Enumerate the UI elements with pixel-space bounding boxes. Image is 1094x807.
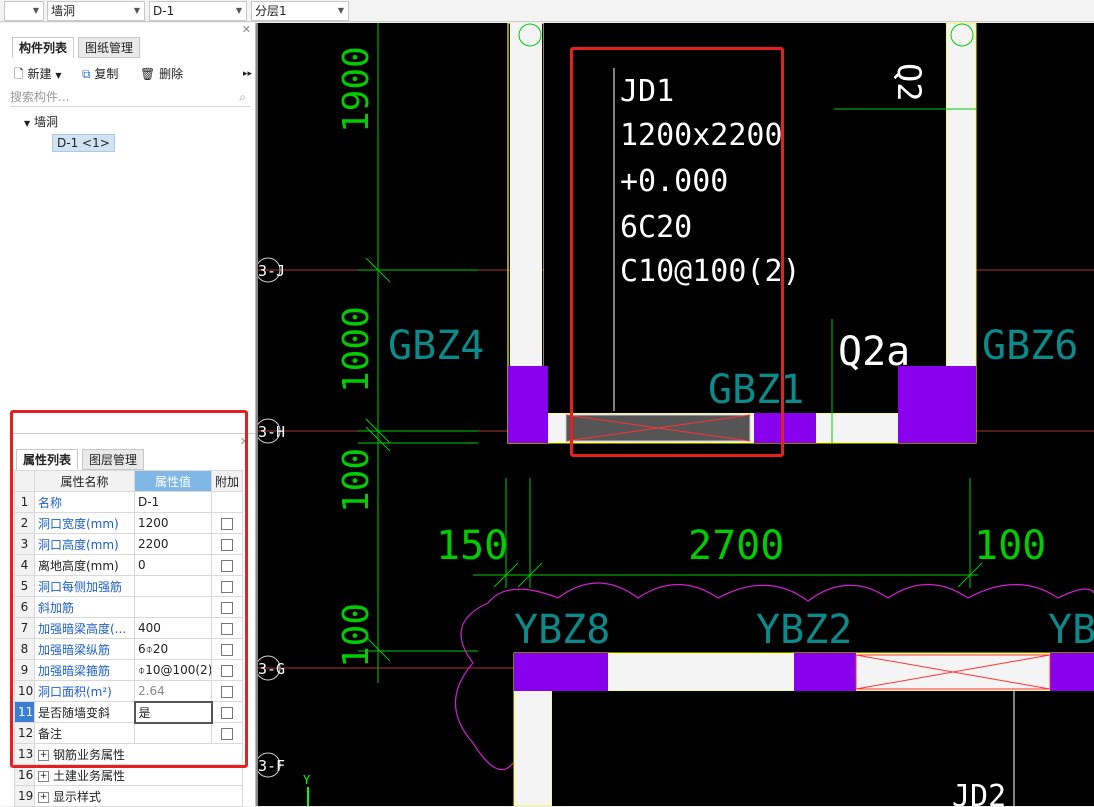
label-q2a: Q2a	[838, 329, 910, 375]
label-q2: Q2	[890, 63, 928, 102]
highlight-box-opening	[570, 47, 784, 457]
layer-dropdown[interactable]: 分层1 ▼	[251, 1, 349, 21]
column-gbz4	[508, 366, 548, 443]
component-type-value: 墙洞	[51, 4, 75, 18]
dim-2700: 2700	[688, 523, 784, 569]
column-yb	[1050, 653, 1094, 691]
row-number: 19	[15, 786, 35, 807]
dim-1000: 1000	[336, 306, 377, 393]
tab-drawing-manage[interactable]: 图纸管理	[78, 37, 140, 58]
highlight-box-properties	[10, 410, 248, 768]
dim-1900: 1900	[336, 46, 377, 133]
chevron-down-icon: ▼	[134, 2, 140, 20]
caret-down-icon: ▼	[24, 119, 30, 128]
expand-icon[interactable]: +	[38, 771, 49, 782]
room-lower	[552, 691, 1094, 806]
component-type-dropdown[interactable]: 墙洞 ▼	[47, 1, 145, 21]
more-icon[interactable]: ▸▸	[243, 65, 252, 83]
expand-icon[interactable]: +	[38, 792, 49, 803]
label-ybz2: YBZ2	[756, 607, 852, 653]
label-yb: YB	[1048, 607, 1094, 653]
label-gbz4: GBZ4	[388, 323, 484, 369]
new-label: 新建	[27, 67, 51, 81]
search-input[interactable]: 搜索构件... ⌕	[10, 87, 250, 107]
label-ybz8: YBZ8	[514, 607, 610, 653]
column-gbz6	[898, 366, 976, 443]
axis-label-3g: 3-G	[258, 660, 285, 678]
tree-root-wall-opening[interactable]: ▼ 墙洞	[24, 113, 58, 130]
axis-label-3h: 3-H	[258, 423, 285, 441]
copy-label: 复制	[94, 67, 118, 81]
chevron-down-icon: ▼	[236, 2, 242, 20]
top-toolbar: ▼ 墙洞 ▼ D-1 ▼ 分层1 ▼	[0, 0, 1094, 22]
tab-component-list[interactable]: 构件列表	[12, 37, 74, 58]
dim-100-b: 100	[336, 603, 377, 668]
search-placeholder: 搜索构件...	[10, 90, 69, 104]
axis-label-3j: 3-J	[258, 262, 285, 280]
left-panel: ✕ 构件列表 图纸管理 🗋 新建 ▼ ⧉ 复制 🗑 删除 ▸▸ 搜索构件... …	[0, 23, 256, 806]
chevron-down-icon: ▼	[33, 2, 39, 20]
column-ybz2	[794, 653, 856, 691]
component-value: D-1	[153, 4, 174, 18]
delete-button[interactable]: 🗑 删除	[140, 65, 183, 83]
tree-item-d1[interactable]: D-1 <1>	[52, 134, 115, 152]
label-gbz6: GBZ6	[982, 323, 1078, 369]
column-ybz8	[514, 653, 608, 691]
component-dropdown[interactable]: D-1 ▼	[149, 1, 247, 21]
new-icon: 🗋	[14, 67, 24, 81]
axis-label-3f: 3-F	[258, 757, 285, 775]
new-button[interactable]: 🗋 新建 ▼	[14, 65, 61, 85]
cad-canvas[interactable]: 1900 1000 100 100 150 2700 100 JD1 1200x…	[258, 23, 1094, 806]
dim-150: 150	[436, 523, 508, 569]
tree-root-label: 墙洞	[34, 115, 58, 129]
copy-button[interactable]: ⧉ 复制	[82, 65, 118, 83]
trash-icon: 🗑	[140, 67, 155, 81]
group-name: 显示样式	[53, 790, 101, 804]
ucs-label: Y	[303, 773, 311, 787]
delete-label: 删除	[159, 67, 183, 81]
layer-value: 分层1	[255, 4, 287, 18]
group-row[interactable]: 19+ 显示样式	[15, 786, 243, 807]
group-name: 土建业务属性	[53, 769, 125, 783]
filter-dropdown[interactable]: ▼	[4, 1, 44, 21]
search-icon: ⌕	[239, 87, 246, 107]
component-toolbar: 🗋 新建 ▼ ⧉ 复制 🗑 删除 ▸▸	[0, 63, 255, 85]
dim-100-c: 100	[974, 523, 1046, 569]
chevron-down-icon: ▼	[338, 2, 344, 20]
close-icon[interactable]: ✕	[242, 23, 251, 36]
label-jd2: JD2	[952, 779, 1006, 806]
chevron-down-icon: ▼	[55, 71, 61, 80]
copy-icon: ⧉	[82, 67, 91, 81]
dim-100-a: 100	[336, 448, 377, 513]
